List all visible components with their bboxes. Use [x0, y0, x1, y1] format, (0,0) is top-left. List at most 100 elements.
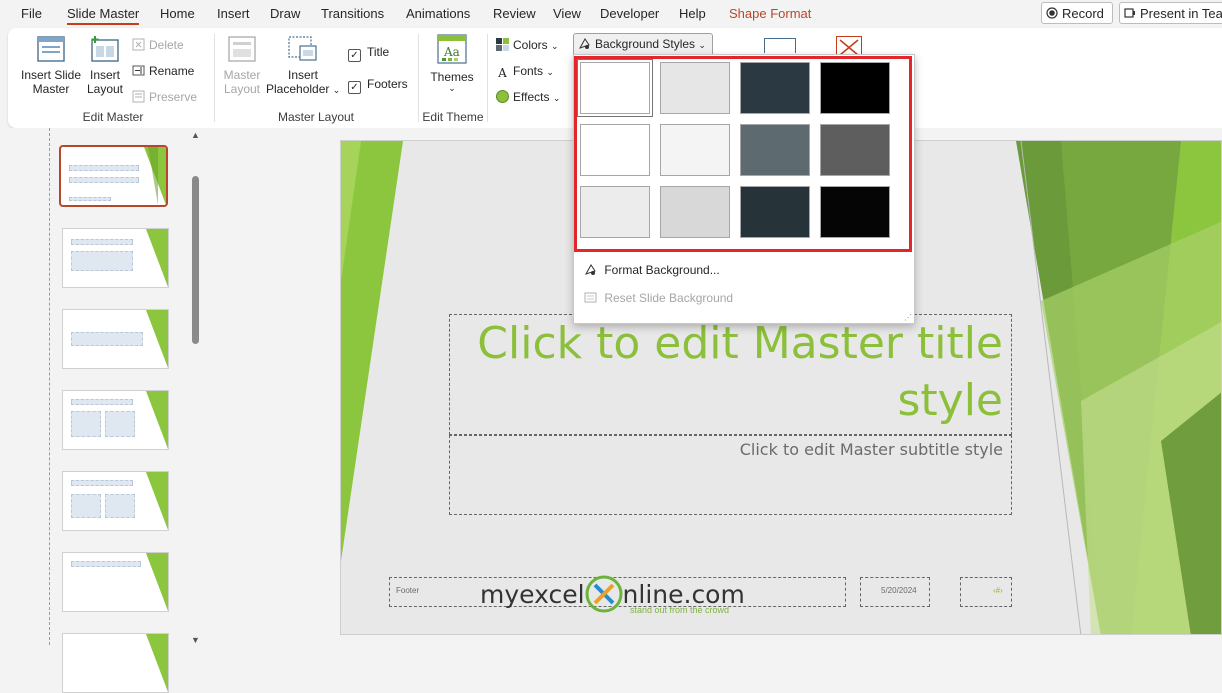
master-layout-icon: [228, 36, 256, 62]
insert-slide-master-label-2: Master: [32, 82, 70, 96]
menu-file[interactable]: File: [21, 6, 42, 21]
thumbnail-layout-7[interactable]: [62, 633, 169, 693]
thumb-title-placeholder: [71, 332, 143, 346]
menu-shape-format[interactable]: Shape Format: [729, 6, 811, 21]
thumbnail-layout-4[interactable]: [62, 390, 169, 450]
rename-label: Rename: [149, 64, 195, 78]
checkmark-icon: ✓: [348, 81, 361, 94]
menu-insert[interactable]: Insert: [217, 6, 250, 21]
menu-animations[interactable]: Animations: [406, 6, 470, 21]
thumbnail-slide-master[interactable]: [59, 145, 168, 207]
menu-review[interactable]: Review: [493, 6, 536, 21]
slide-title-line-2: style: [897, 375, 1003, 426]
thumbnail-layout-5[interactable]: [62, 471, 169, 531]
thumb-title-placeholder: [71, 239, 133, 245]
footers-checkbox[interactable]: ✓ Footers: [348, 77, 408, 94]
close-master-view-icon[interactable]: [836, 36, 862, 59]
format-background-icon: [584, 263, 597, 276]
master-layout-group-label: Master Layout: [277, 110, 355, 124]
chevron-down-icon: ⌄: [448, 83, 456, 93]
scrollbar-thumb[interactable]: [192, 176, 199, 344]
delete-icon: [132, 38, 145, 51]
effects-button[interactable]: Effects ⌄: [496, 90, 560, 104]
subtitle-placeholder[interactable]: Click to edit Master subtitle style: [449, 435, 1012, 515]
edit-theme-group-label: Edit Theme: [422, 110, 484, 124]
themes-button[interactable]: Aa Themes ⌄: [424, 34, 480, 100]
footer-text: Footer: [396, 586, 420, 595]
preserve-label: Preserve: [149, 90, 198, 104]
slide-master-icon: [37, 36, 65, 62]
slide-size-icon[interactable]: [764, 38, 796, 53]
reset-slide-background-item[interactable]: Reset Slide Background: [584, 291, 733, 305]
menu-view[interactable]: View: [553, 6, 581, 21]
ribbon-separator: [214, 34, 215, 122]
record-button[interactable]: Record: [1041, 2, 1113, 24]
logo-x-icon: [585, 575, 623, 613]
chevron-down-icon: ⌄: [698, 40, 706, 50]
date-text: 5/20/2024: [881, 586, 917, 595]
thumbnail-layout-3[interactable]: [62, 309, 169, 369]
background-styles-label: Background Styles: [595, 37, 696, 51]
thumb-title-placeholder: [69, 165, 139, 171]
insert-placeholder-label-2: Placeholder ⌄: [266, 82, 341, 96]
preserve-button[interactable]: Preserve: [132, 90, 197, 104]
slide-subtitle: Click to edit Master subtitle style: [739, 440, 1003, 459]
ribbon-separator: [418, 34, 419, 122]
themes-icon: Aa: [437, 34, 467, 64]
reset-background-label: Reset Slide Background: [604, 291, 734, 305]
rename-icon: [132, 64, 145, 77]
master-layout-label-2: Layout: [223, 82, 261, 96]
thumbnail-layout-6[interactable]: [62, 552, 169, 612]
menu-transitions[interactable]: Transitions: [321, 6, 384, 21]
effects-label: Effects: [513, 90, 550, 104]
thumb-decoration: [148, 147, 158, 205]
background-styles-button[interactable]: Background Styles ⌄: [573, 33, 713, 55]
effects-icon: [496, 90, 509, 103]
menu-bar: File Slide Master Home Insert Draw Trans…: [0, 0, 1222, 28]
delete-button[interactable]: Delete: [132, 38, 184, 52]
thumbnail-layout-2[interactable]: [62, 228, 169, 288]
scroll-up-arrow-icon[interactable]: ▲: [191, 130, 200, 140]
resize-grip-icon[interactable]: ⋰: [904, 313, 912, 322]
fonts-label: Fonts: [513, 64, 544, 78]
teams-icon: [1124, 4, 1136, 18]
menu-help[interactable]: Help: [679, 6, 706, 21]
thumb-title-placeholder: [71, 480, 133, 486]
gallery-highlight-box: [574, 56, 912, 252]
scroll-down-arrow-icon[interactable]: ▼: [191, 635, 200, 645]
insert-layout-button[interactable]: Insert Layout: [86, 36, 124, 102]
insert-placeholder-button[interactable]: Insert Placeholder ⌄: [266, 36, 340, 102]
ribbon-separator: [487, 34, 488, 122]
insert-slide-master-button[interactable]: Insert Slide Master: [18, 36, 84, 102]
slide-number-text: ‹#›: [993, 586, 1003, 595]
colors-button[interactable]: Colors ⌄: [496, 38, 559, 52]
rename-button[interactable]: Rename: [132, 64, 194, 78]
menu-developer[interactable]: Developer: [600, 6, 659, 21]
menu-draw[interactable]: Draw: [270, 6, 300, 21]
thumbnail-scrollbar[interactable]: ▲ ▼: [190, 130, 202, 645]
logo-tagline: stand out from the crowd: [630, 605, 730, 615]
thumb-decoration: [146, 553, 168, 611]
insert-layout-label-2: Layout: [86, 82, 124, 96]
fonts-button[interactable]: A Fonts ⌄: [496, 64, 554, 80]
thumb-content-placeholder: [71, 494, 101, 518]
fonts-icon: A: [498, 66, 507, 80]
title-checkbox[interactable]: ✓ Title: [348, 45, 389, 62]
logo-text-a: myexcel: [480, 580, 585, 609]
thumb-title-placeholder: [71, 561, 141, 567]
master-layout-button[interactable]: Master Layout: [220, 36, 264, 102]
reset-background-icon: [584, 291, 597, 304]
background-styles-icon: [578, 36, 591, 49]
title-placeholder[interactable]: Click to edit Master title style: [449, 314, 1012, 435]
insert-placeholder-label-1: Insert: [287, 68, 318, 82]
present-in-teams-button[interactable]: Present in Tea: [1119, 2, 1222, 24]
thumb-decoration: [146, 229, 168, 287]
menu-home[interactable]: Home: [160, 6, 195, 21]
date-placeholder[interactable]: 5/20/2024: [860, 577, 930, 607]
master-layout-label-1: Master: [223, 68, 261, 82]
thumb-title-placeholder: [71, 399, 133, 405]
format-background-item[interactable]: Format Background...: [584, 263, 720, 277]
thumb-content-placeholder: [71, 411, 101, 437]
menu-slide-master[interactable]: Slide Master: [67, 6, 140, 25]
slide-number-placeholder[interactable]: ‹#›: [960, 577, 1012, 607]
